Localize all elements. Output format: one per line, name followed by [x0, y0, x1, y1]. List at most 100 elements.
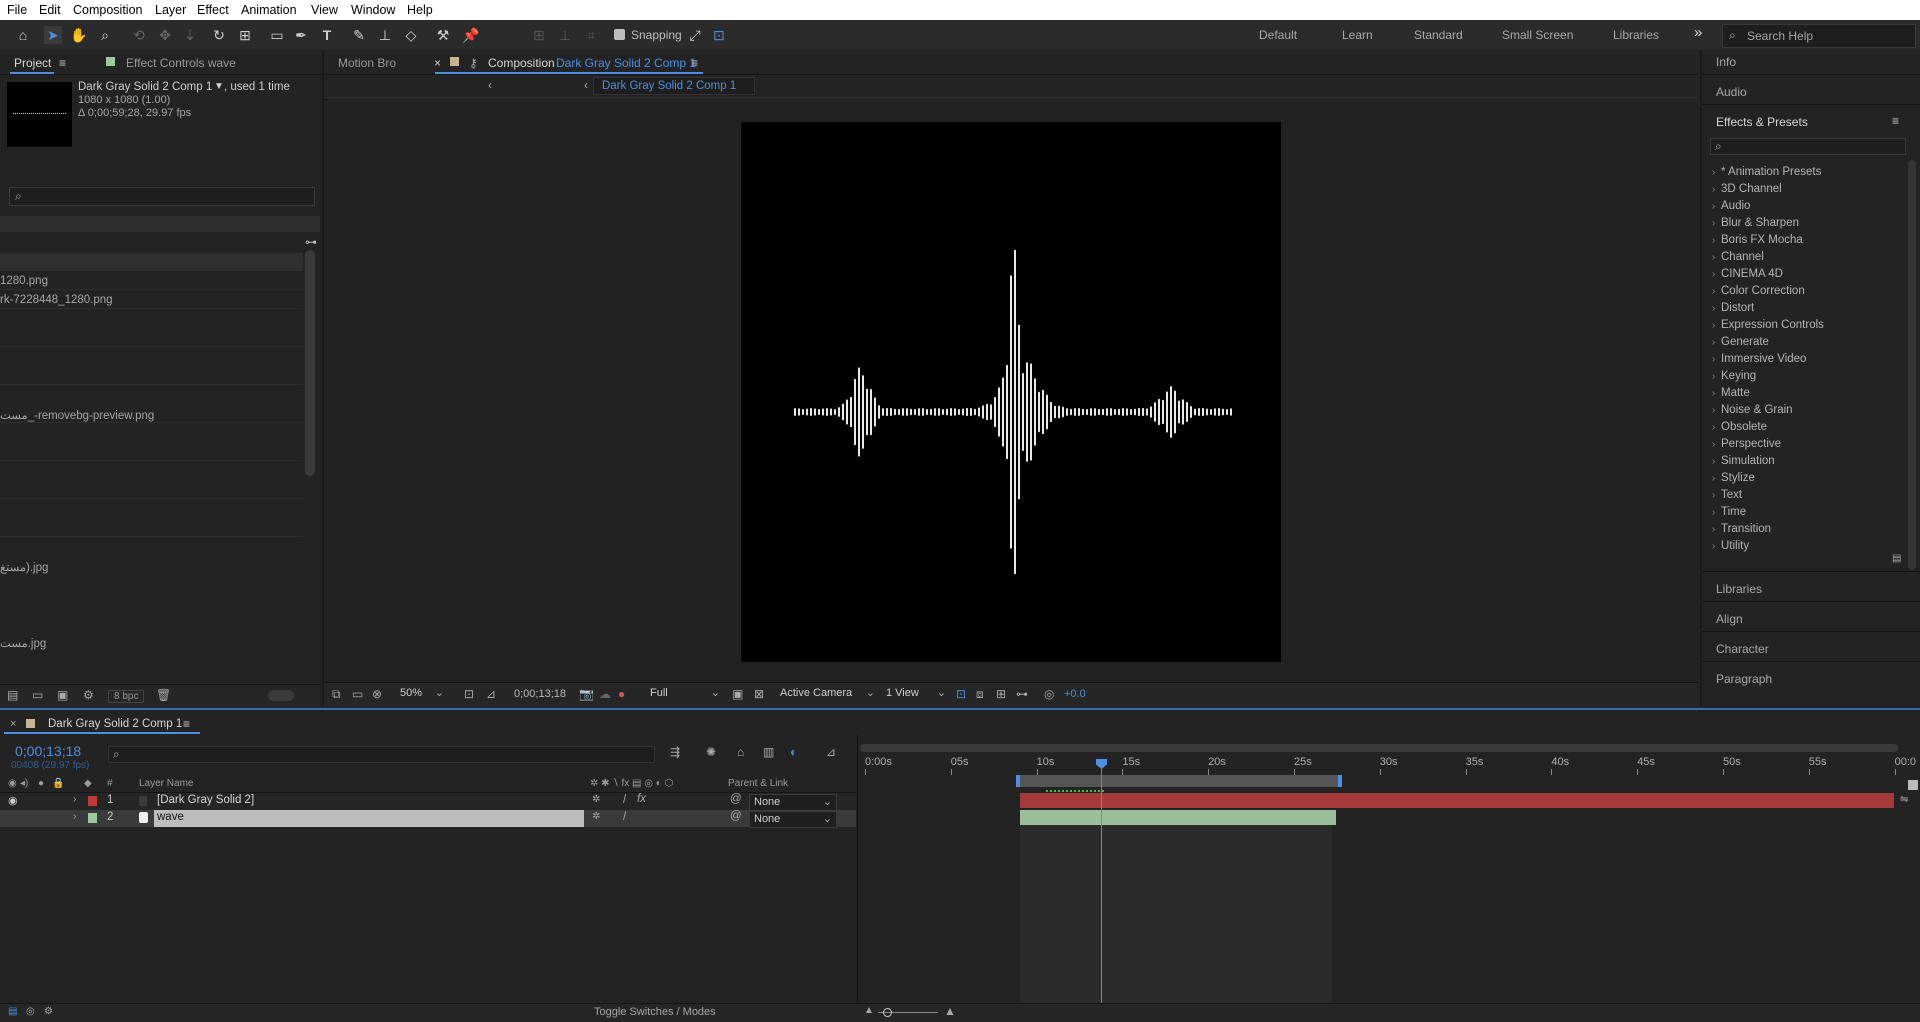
always-preview-icon[interactable]: ⧉: [332, 687, 341, 702]
resolution-dropdown[interactable]: Full ⌄: [646, 686, 720, 701]
reset-exposure-icon[interactable]: ◎: [1044, 687, 1054, 701]
exposure-value[interactable]: +0.0: [1064, 688, 1086, 700]
character-panel-title[interactable]: Character: [1716, 642, 1769, 656]
tab-composition-label[interactable]: Composition: [488, 56, 555, 70]
hand-tool-icon[interactable]: ✋: [70, 26, 88, 44]
new-comp-icon[interactable]: ▣: [57, 688, 68, 702]
hide-shy-icon[interactable]: ⌂: [737, 745, 744, 759]
effect-category[interactable]: › Time: [1712, 506, 1746, 518]
libraries-panel-title[interactable]: Libraries: [1716, 582, 1762, 596]
effect-category[interactable]: › Noise & Grain: [1712, 404, 1793, 416]
project-file[interactable]: مست.jpg: [0, 636, 46, 650]
quality-switch-icon[interactable]: /: [623, 811, 626, 823]
delete-icon[interactable]: 🗑: [156, 688, 171, 702]
layer-label-color[interactable]: [88, 813, 97, 823]
breadcrumb[interactable]: Dark Gray Solid 2 Comp 1: [593, 77, 755, 95]
chevron-right-icon[interactable]: ›: [73, 794, 76, 805]
lock-icon[interactable]: 🔒: [52, 778, 64, 789]
snapping-checkbox[interactable]: [614, 29, 625, 40]
audio-panel-title[interactable]: Audio: [1716, 85, 1747, 99]
new-preset-icon[interactable]: ▤: [1892, 553, 1901, 564]
paragraph-panel-title[interactable]: Paragraph: [1716, 672, 1772, 686]
flowchart-icon[interactable]: ⊶: [1016, 687, 1028, 701]
menu-effect[interactable]: Effect: [197, 3, 229, 17]
eye-icon[interactable]: ◉: [8, 778, 17, 789]
anchor-tool-icon[interactable]: ⊞: [236, 26, 254, 44]
layer-switches-toggle-icon[interactable]: ▤: [8, 1006, 17, 1017]
footer-scroll-handle[interactable]: [268, 690, 294, 701]
draft-3d-icon[interactable]: ✺: [706, 745, 716, 759]
effects-presets-title[interactable]: Effects & Presets: [1716, 115, 1808, 129]
snap-features-icon[interactable]: ⊡: [710, 26, 728, 44]
modes-toggle-icon[interactable]: ◎: [26, 1006, 35, 1017]
workspaces-more-icon[interactable]: »: [1694, 24, 1702, 41]
parent-dropdown[interactable]: None ⌄: [749, 811, 837, 828]
composition-canvas[interactable]: [741, 122, 1281, 662]
chevron-left-icon[interactable]: ‹: [584, 78, 588, 92]
move-tool-icon[interactable]: ✥: [156, 26, 174, 44]
close-icon[interactable]: ×: [434, 56, 441, 70]
shy-switch-icon[interactable]: ✲: [592, 794, 600, 805]
project-file[interactable]: مستغ).jpg: [0, 560, 48, 574]
effect-category[interactable]: › Generate: [1712, 336, 1769, 348]
workspace-libraries[interactable]: Libraries: [1613, 28, 1659, 42]
roto-tool-icon[interactable]: ⚒: [434, 26, 452, 44]
home-icon[interactable]: ⌂: [14, 26, 32, 44]
timeline-icon[interactable]: ⊞: [996, 687, 1006, 701]
timeline-comp-tab[interactable]: Dark Gray Solid 2 Comp 1: [48, 718, 182, 730]
dolly-tool-icon[interactable]: ⇣: [181, 26, 199, 44]
pickwhip-icon[interactable]: @: [730, 810, 742, 822]
tab-project[interactable]: Project: [14, 56, 51, 70]
brush-tool-icon[interactable]: ✎: [350, 26, 368, 44]
selection-tool-icon[interactable]: ➤: [44, 26, 62, 44]
effect-category[interactable]: › Obsolete: [1712, 421, 1767, 433]
tab-motion-bro[interactable]: Motion Bro: [338, 56, 396, 70]
pickwhip-icon[interactable]: @: [730, 793, 742, 805]
project-menu-icon[interactable]: ≡: [59, 56, 66, 70]
tab-composition-name[interactable]: Dark Gray Solid 2 Comp 1: [556, 56, 696, 70]
selected-item-dropdown-icon[interactable]: ▼: [214, 81, 224, 92]
project-scrollbar[interactable]: [305, 250, 315, 476]
eraser-tool-icon[interactable]: ◇: [402, 26, 420, 44]
workspace-small-screen[interactable]: Small Screen: [1502, 28, 1573, 42]
pen-tool-icon[interactable]: ✒: [292, 26, 310, 44]
transparency-grid-icon[interactable]: ⊠: [754, 687, 764, 701]
region-of-interest-icon[interactable]: ▣: [732, 687, 743, 701]
info-panel-title[interactable]: Info: [1716, 55, 1736, 69]
snapshot-icon[interactable]: 📷: [579, 687, 594, 701]
fast-preview-icon[interactable]: ⧈: [976, 687, 984, 702]
in-out-toggle-icon[interactable]: ⚙: [44, 1006, 53, 1017]
fit-icon[interactable]: ⊡: [464, 687, 474, 701]
layer-row[interactable]: › 2 wave ✲ / @ None ⌄: [0, 810, 856, 828]
menu-composition[interactable]: Composition: [73, 3, 142, 17]
region-icon[interactable]: ⊿: [486, 687, 496, 701]
effect-category[interactable]: › 3D Channel: [1712, 183, 1782, 195]
effects-scrollbar[interactable]: [1908, 160, 1916, 570]
layer-bar-wave[interactable]: [1020, 810, 1336, 825]
menu-view[interactable]: View: [311, 3, 338, 17]
effects-search-field[interactable]: ⌕: [1710, 138, 1906, 155]
quality-switch-icon[interactable]: /: [623, 794, 626, 806]
layer-row[interactable]: ◉ › 1 [Dark Gray Solid 2] ✲ / fx @ None ⌄: [0, 793, 856, 811]
shy-switch-icon[interactable]: ✲: [592, 811, 600, 822]
color-channels-icon[interactable]: ●: [618, 687, 625, 701]
close-icon[interactable]: ×: [10, 718, 16, 730]
bpc-button[interactable]: 8 bpc: [108, 690, 145, 703]
menu-window[interactable]: Window: [351, 3, 395, 17]
expand-icon[interactable]: ⇋: [1900, 794, 1908, 805]
orbit-tool-icon[interactable]: ⟲: [130, 26, 148, 44]
interpret-footage-icon[interactable]: ▤: [7, 688, 18, 702]
rotate-tool-icon[interactable]: ↻: [210, 26, 228, 44]
effect-category[interactable]: › Perspective: [1712, 438, 1781, 450]
effect-category[interactable]: › Audio: [1712, 200, 1750, 212]
project-list-row-selected[interactable]: [0, 253, 303, 270]
fx-switch-icon[interactable]: fx: [637, 793, 646, 805]
effect-category[interactable]: › Boris FX Mocha: [1712, 234, 1803, 246]
help-search-field[interactable]: ⌕ Search Help: [1722, 24, 1916, 48]
layer-name[interactable]: wave: [157, 811, 184, 823]
chevron-left-icon[interactable]: ‹: [488, 78, 492, 92]
effect-category[interactable]: › Distort: [1712, 302, 1754, 314]
parent-link-header[interactable]: Parent & Link: [728, 778, 788, 789]
effect-category[interactable]: › * Animation Presets: [1712, 166, 1821, 178]
zoom-slider-thumb[interactable]: [883, 1008, 892, 1017]
